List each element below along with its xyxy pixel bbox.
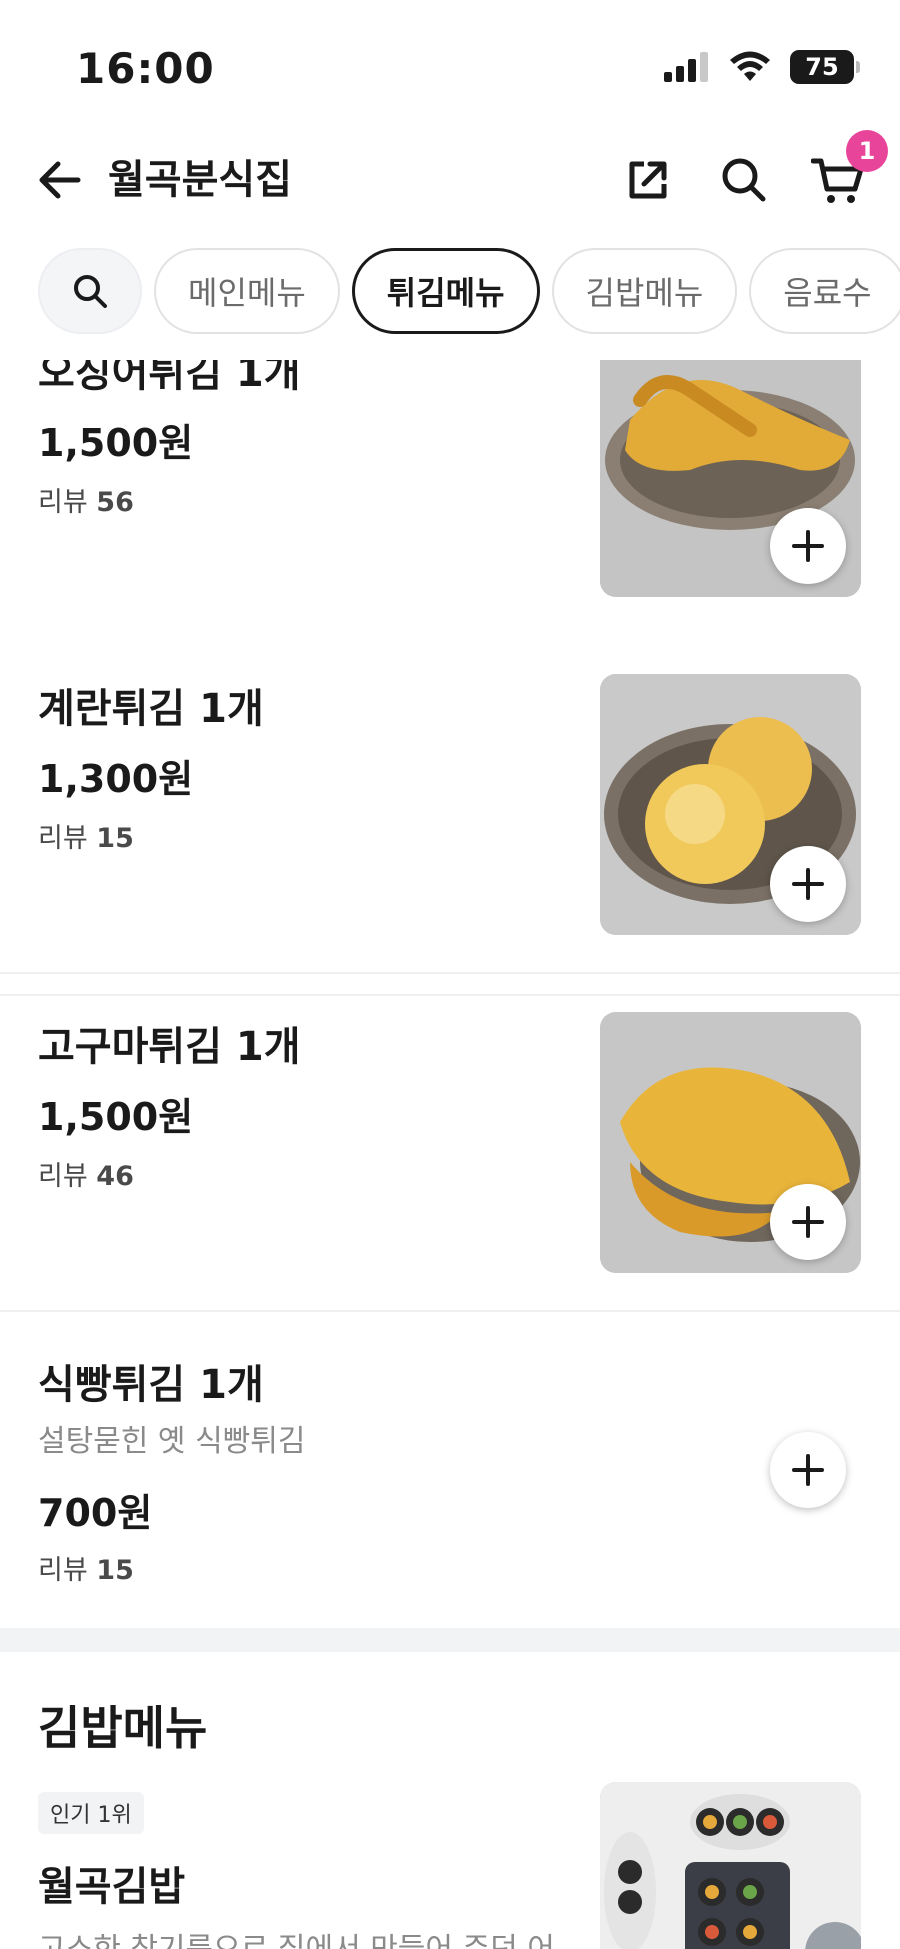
item-description: 설탕묻힌 옛 식빵튀김 xyxy=(38,1424,306,1459)
tab-kimbap-menu[interactable]: 김밥메뉴 xyxy=(551,248,738,334)
popular-rank-badge: 인기 1위 xyxy=(38,1792,144,1834)
item-description: 고소한 참기름으로 집에서 만들어 주던 어 xyxy=(38,1924,578,1949)
add-item-button[interactable] xyxy=(770,1184,846,1260)
tab-drinks[interactable]: 음료수 xyxy=(749,248,900,334)
menu-list: 오징어튀김 1개 1,500원 리뷰 56 계란튀김 1개 1,300원 리뷰 … xyxy=(0,360,900,1949)
cart-count-badge: 1 xyxy=(846,130,888,172)
item-review: 리뷰 46 xyxy=(38,1161,134,1192)
item-review: 리뷰 15 xyxy=(38,1555,134,1586)
item-name: 오징어튀김 1개 xyxy=(38,360,301,396)
back-button[interactable] xyxy=(34,154,86,206)
item-review: 리뷰 56 xyxy=(38,487,134,518)
item-photo xyxy=(600,1782,861,1949)
item-price: 1,500원 xyxy=(38,421,194,465)
search-icon xyxy=(74,275,107,308)
item-name: 고구마튀김 1개 xyxy=(38,1024,301,1070)
section-divider xyxy=(0,1628,900,1652)
menu-item[interactable]: 인기 1위 월곡김밥 고소한 참기름으로 집에서 만들어 주던 어 xyxy=(0,1780,900,1949)
category-tabs: 메인메뉴 튀김메뉴 김밥메뉴 음료수 xyxy=(38,248,900,336)
section-title: 김밥메뉴 xyxy=(38,1701,208,1755)
menu-search-button[interactable] xyxy=(38,248,142,334)
search-button[interactable] xyxy=(714,150,774,210)
status-icons: 75 xyxy=(662,50,860,84)
add-item-button[interactable] xyxy=(770,1432,846,1508)
share-icon xyxy=(629,161,667,199)
status-time: 16:00 xyxy=(76,44,215,93)
plus-icon xyxy=(792,1454,824,1486)
item-price: 700원 xyxy=(38,1491,153,1535)
signal-icon xyxy=(664,52,708,82)
search-icon xyxy=(722,158,766,202)
plus-icon xyxy=(792,868,824,900)
menu-item[interactable]: 식빵튀김 1개 설탕묻힌 옛 식빵튀김 700원 리뷰 15 xyxy=(0,1312,900,1632)
shop-title: 월곡분식집 xyxy=(108,157,292,203)
header: 월곡분식집 xyxy=(0,140,900,250)
add-item-button[interactable] xyxy=(770,508,846,584)
item-name: 월곡김밥 xyxy=(38,1864,186,1910)
item-name: 식빵튀김 1개 xyxy=(38,1362,264,1408)
menu-item[interactable]: 계란튀김 1개 1,300원 리뷰 15 xyxy=(0,636,900,974)
back-arrow-icon xyxy=(39,161,81,199)
status-bar: 16:00 75 xyxy=(0,0,900,140)
item-review: 리뷰 15 xyxy=(38,823,134,854)
add-item-button[interactable] xyxy=(770,846,846,922)
item-name: 계란튀김 1개 xyxy=(38,686,264,732)
plus-icon xyxy=(792,1206,824,1238)
menu-item[interactable]: 고구마튀김 1개 1,500원 리뷰 46 xyxy=(0,974,900,1312)
plus-icon xyxy=(792,530,824,562)
tab-main-menu[interactable]: 메인메뉴 xyxy=(154,248,340,334)
share-button[interactable] xyxy=(618,150,678,210)
battery-icon: 75 xyxy=(790,50,860,84)
item-price: 1,500원 xyxy=(38,1095,194,1139)
item-price: 1,300원 xyxy=(38,757,194,801)
wifi-icon xyxy=(730,51,770,81)
tab-fried-menu[interactable]: 튀김메뉴 xyxy=(351,248,540,334)
